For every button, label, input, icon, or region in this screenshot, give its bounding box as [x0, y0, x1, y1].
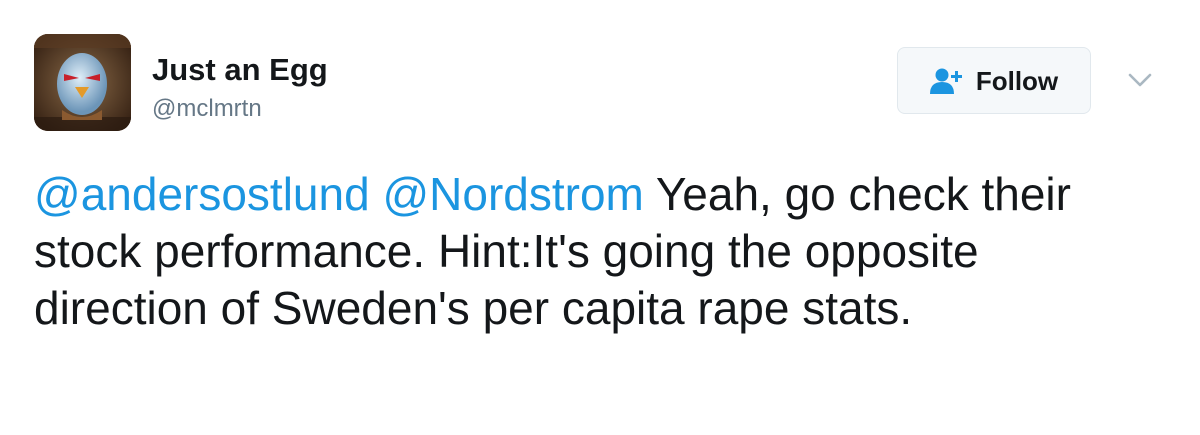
user-display-name[interactable]: Just an Egg — [152, 52, 328, 88]
tweet-text: @andersostlund @Nordstrom Yeah, go check… — [34, 166, 1144, 337]
add-user-icon — [929, 67, 964, 95]
follow-button[interactable]: Follow — [897, 47, 1091, 114]
chevron-down-icon[interactable] — [1122, 66, 1158, 94]
avatar[interactable] — [34, 34, 131, 131]
user-handle[interactable]: @mclmrtn — [152, 95, 262, 123]
egg-avatar-icon — [34, 34, 131, 131]
mention-link[interactable]: @Nordstrom — [382, 168, 643, 220]
mention-link[interactable]: @andersostlund — [34, 168, 370, 220]
follow-button-label: Follow — [975, 65, 1059, 96]
tweet-card: Just an Egg @mclmrtn Follow @andersostlu… — [0, 0, 1200, 435]
